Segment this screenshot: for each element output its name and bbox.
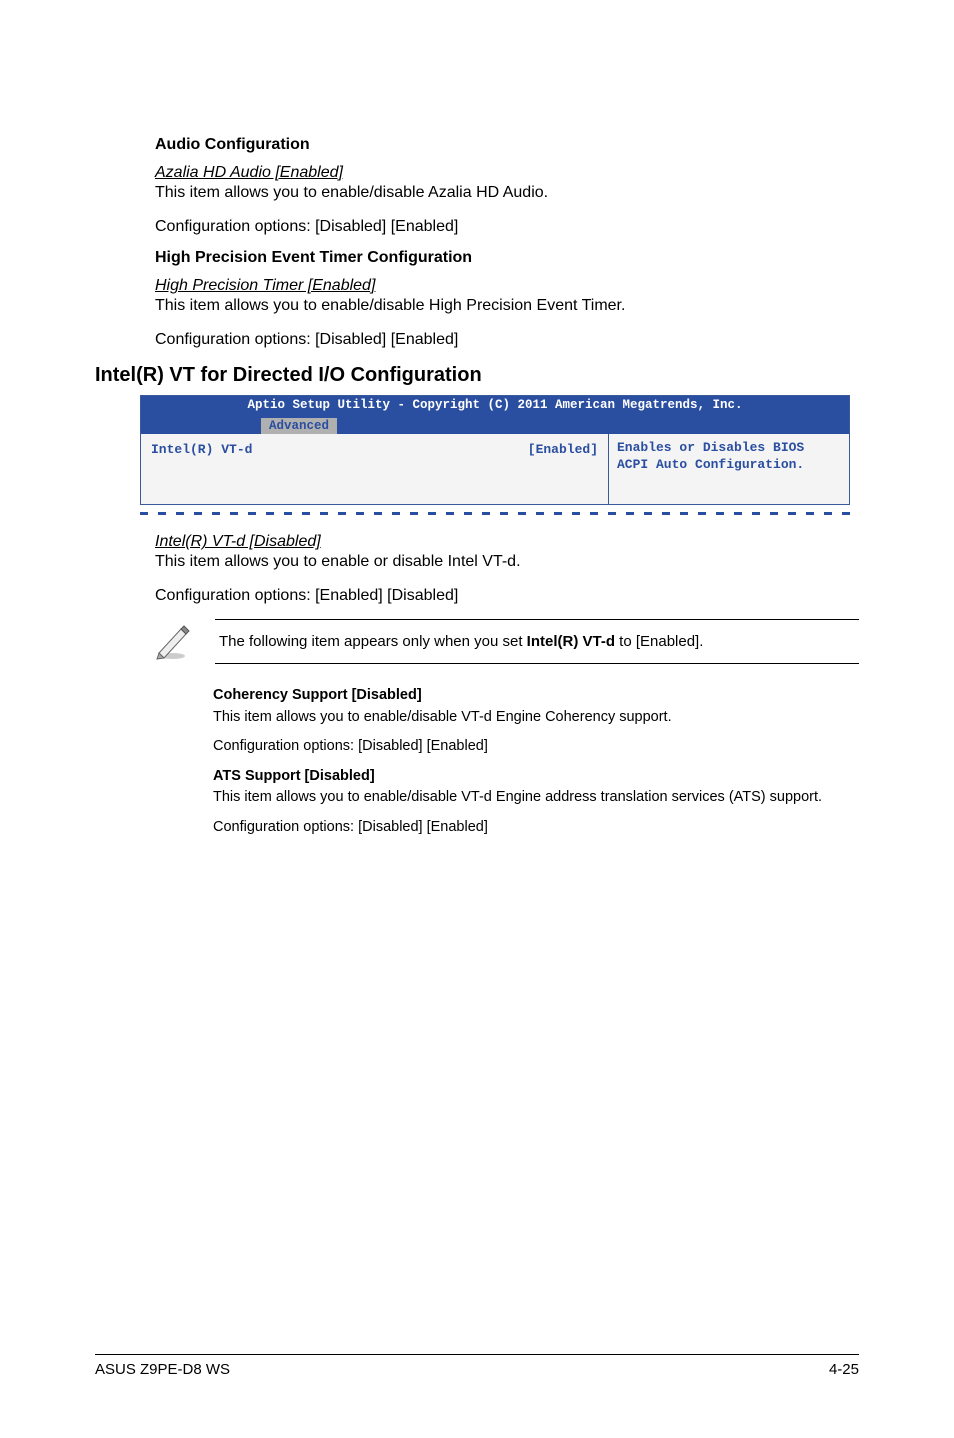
page-footer: ASUS Z9PE-D8 WS 4-25: [95, 1354, 859, 1378]
vt-io-heading: Intel(R) VT for Directed I/O Configurati…: [95, 364, 859, 387]
note-bold: Intel(R) VT-d: [527, 633, 615, 650]
bios-dashed-border: [140, 512, 850, 515]
note-text: The following item appears only when you…: [215, 619, 859, 665]
bios-body: Intel(R) VT-d [Enabled] Enables or Disab…: [141, 434, 849, 504]
bios-screenshot: Aptio Setup Utility - Copyright (C) 2011…: [140, 395, 850, 505]
footer-right: 4-25: [829, 1361, 859, 1378]
ats-heading: ATS Support [Disabled]: [213, 767, 859, 787]
audio-config-heading: Audio Configuration: [95, 136, 859, 154]
note-suffix: to [Enabled].: [615, 633, 703, 650]
coherency-desc: This item allows you to enable/disable V…: [213, 708, 859, 728]
bios-item-value: [Enabled]: [528, 442, 598, 496]
bios-title: Aptio Setup Utility - Copyright (C) 2011…: [141, 396, 849, 412]
bios-tab-advanced: Advanced: [261, 418, 337, 434]
ats-opts: Configuration options: [Disabled] [Enabl…: [213, 818, 859, 838]
azalia-link: Azalia HD Audio [Enabled]: [95, 164, 859, 182]
coherency-opts: Configuration options: [Disabled] [Enabl…: [213, 737, 859, 757]
azalia-opts: Configuration options: [Disabled] [Enabl…: [95, 216, 859, 238]
bios-item-label: Intel(R) VT-d: [151, 442, 252, 496]
footer-left: ASUS Z9PE-D8 WS: [95, 1361, 230, 1378]
note-icon: [153, 621, 193, 661]
hpet-desc: This item allows you to enable/disable H…: [95, 295, 859, 317]
bios-item-row: Intel(R) VT-d [Enabled]: [141, 434, 609, 504]
note-callout: The following item appears only when you…: [153, 619, 859, 665]
bios-header: Aptio Setup Utility - Copyright (C) 2011…: [141, 396, 849, 434]
ats-desc: This item allows you to enable/disable V…: [213, 788, 859, 808]
hpet-link: High Precision Timer [Enabled]: [95, 277, 859, 295]
vtd-opts: Configuration options: [Enabled] [Disabl…: [95, 585, 859, 607]
vtd-desc: This item allows you to enable or disabl…: [95, 551, 859, 573]
coherency-heading: Coherency Support [Disabled]: [213, 686, 859, 706]
note-prefix: The following item appears only when you…: [219, 633, 527, 650]
hpet-heading: High Precision Event Timer Configuration: [95, 249, 859, 267]
bios-help-text: Enables or Disables BIOS ACPI Auto Confi…: [609, 434, 849, 504]
vtd-link: Intel(R) VT-d [Disabled]: [95, 533, 859, 551]
azalia-desc: This item allows you to enable/disable A…: [95, 182, 859, 204]
hpet-opts: Configuration options: [Disabled] [Enabl…: [95, 329, 859, 351]
